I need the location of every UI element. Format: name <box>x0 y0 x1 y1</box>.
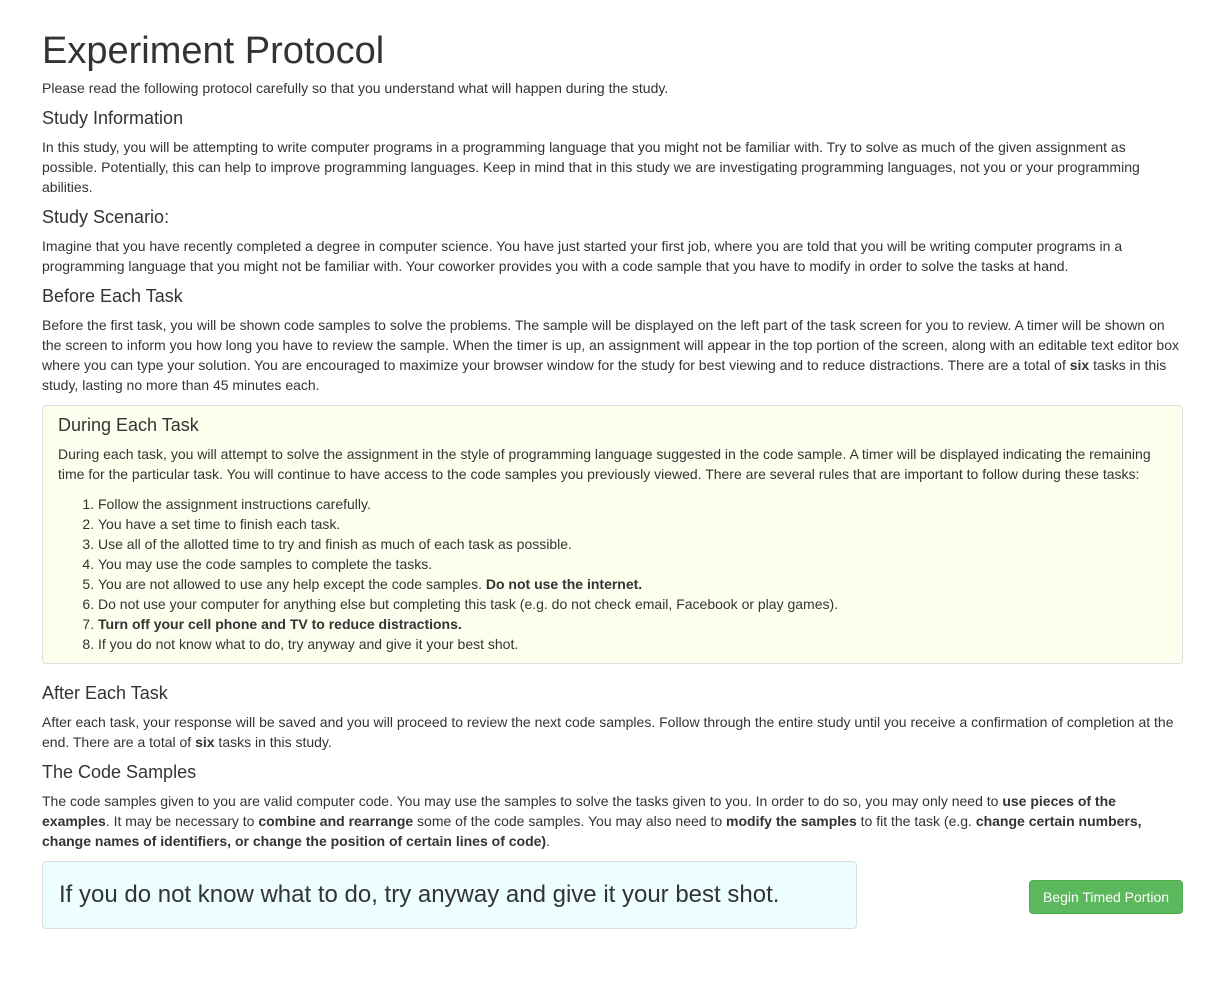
rule-item: If you do not know what to do, try anywa… <box>98 634 1167 654</box>
task-rules-list: Follow the assignment instructions caref… <box>58 494 1167 654</box>
rule-emphasis: Turn off your cell phone and TV to reduc… <box>98 616 462 632</box>
rule-item: Use all of the allotted time to try and … <box>98 534 1167 554</box>
study-scenario-text: Imagine that you have recently completed… <box>42 238 1123 274</box>
best-shot-callout: If you do not know what to do, try anywa… <box>42 861 857 929</box>
begin-timed-portion-button[interactable]: Begin Timed Portion <box>1029 880 1183 914</box>
rule-item: Follow the assignment instructions caref… <box>98 494 1167 514</box>
study-information-text: In this study, you will be attempting to… <box>42 139 1140 195</box>
rule-text: You are not allowed to use any help exce… <box>98 576 486 592</box>
page-title: Experiment Protocol <box>42 30 385 72</box>
page-intro: Please read the following protocol caref… <box>42 80 669 96</box>
rule-item: Turn off your cell phone and TV to reduc… <box>98 614 1167 634</box>
code-samples-heading: The Code Samples <box>42 762 197 782</box>
code-samples-part: . It may be necessary to <box>105 813 259 829</box>
before-each-task-text: Before the first task, you will be shown… <box>42 315 1183 395</box>
rule-item: You have a set time to finish each task. <box>98 514 1167 534</box>
before-text-part: Before the first task, you will be shown… <box>42 317 1179 373</box>
code-samples-part: . <box>546 833 550 849</box>
before-each-task-heading: Before Each Task <box>42 286 183 306</box>
code-samples-part: to fit the task (e.g. <box>856 813 976 829</box>
code-samples-emphasis: combine and rearrange <box>258 813 414 829</box>
before-task-count: six <box>1069 357 1090 373</box>
during-each-task-heading: During Each Task <box>58 415 199 435</box>
after-each-task-text: After each task, your response will be s… <box>42 712 1183 752</box>
study-information-heading: Study Information <box>42 108 184 128</box>
action-row: If you do not know what to do, try anywa… <box>42 861 1183 932</box>
after-text-part: tasks in this study. <box>214 734 332 750</box>
callout-text: If you do not know what to do, try anywa… <box>59 881 780 908</box>
after-task-count: six <box>195 734 215 750</box>
during-each-task-panel: During Each Task During each task, you w… <box>42 405 1183 664</box>
during-each-task-text: During each task, you will attempt to so… <box>58 446 1151 482</box>
code-samples-part: some of the code samples. You may also n… <box>413 813 727 829</box>
after-each-task-heading: After Each Task <box>42 683 168 703</box>
rule-item: You are not allowed to use any help exce… <box>98 574 1167 594</box>
code-samples-emphasis: modify the samples <box>726 813 857 829</box>
rule-item: You may use the code samples to complete… <box>98 554 1167 574</box>
rule-item: Do not use your computer for anything el… <box>98 594 1167 614</box>
study-scenario-heading: Study Scenario: <box>42 207 170 227</box>
code-samples-text: The code samples given to you are valid … <box>42 791 1183 851</box>
code-samples-part: The code samples given to you are valid … <box>42 793 1003 809</box>
protocol-page: Experiment Protocol Please read the foll… <box>42 28 1183 932</box>
rule-emphasis: Do not use the internet. <box>485 576 643 592</box>
